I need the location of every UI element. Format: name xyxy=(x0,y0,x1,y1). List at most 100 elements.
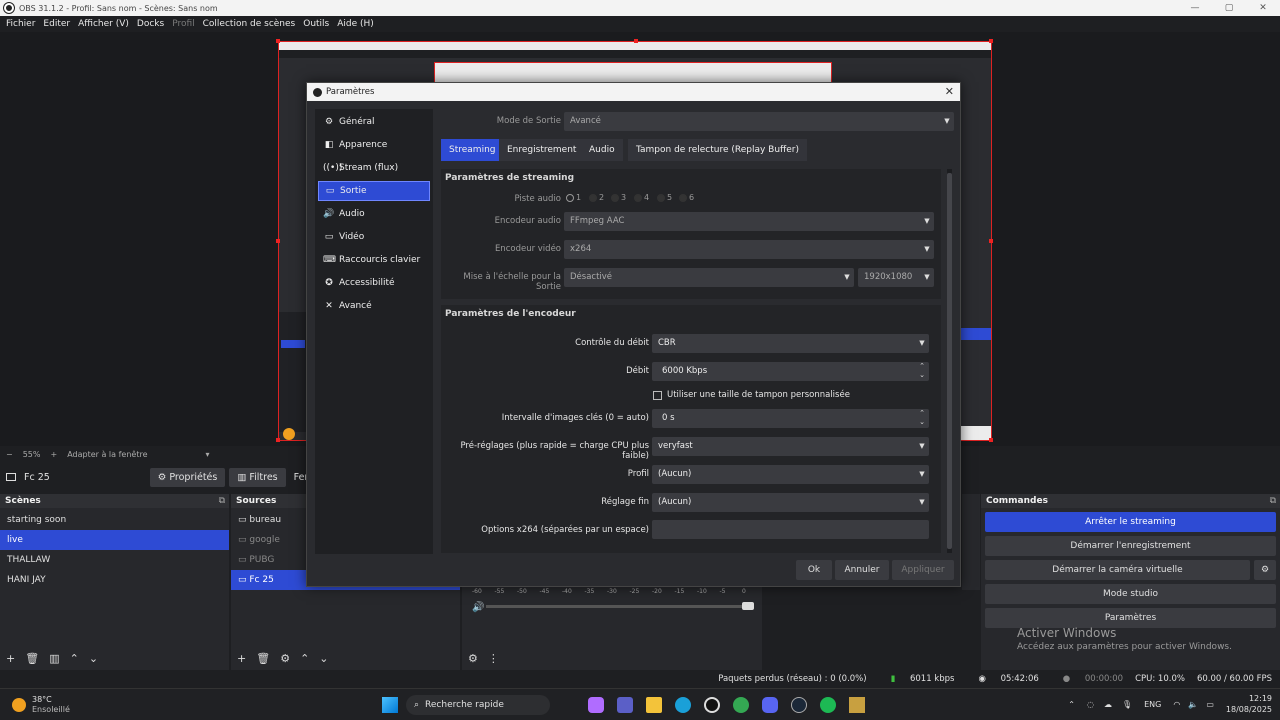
gear-icon[interactable]: ⚙ xyxy=(1254,560,1276,580)
rescale-output-select[interactable]: Désactivé ▼ xyxy=(564,268,854,287)
zoom-in-button[interactable]: + xyxy=(50,450,57,459)
undock-icon[interactable]: ⧉ xyxy=(219,494,225,508)
language-indicator[interactable]: ENG xyxy=(1144,700,1161,709)
output-mode-select[interactable]: Avancé ▼ xyxy=(564,112,954,131)
nav-output[interactable]: ▭ Sortie xyxy=(318,181,430,201)
audio-track-6[interactable]: 6 xyxy=(679,193,694,202)
nav-general[interactable]: ⚙ Général xyxy=(318,112,430,132)
microphone-icon[interactable]: 🎙 xyxy=(1122,700,1132,709)
nav-video[interactable]: ▭ Vidéo xyxy=(318,227,430,247)
audio-encoder-select[interactable]: FFmpeg AAC ▼ xyxy=(564,212,934,231)
tune-select[interactable]: (Aucun) ▼ xyxy=(652,493,929,512)
tab-streaming[interactable]: Streaming xyxy=(441,139,504,161)
tab-replay-buffer[interactable]: Tampon de relecture (Replay Buffer) xyxy=(628,139,807,161)
menu-fichier[interactable]: Fichier xyxy=(6,19,35,29)
video-encoder-select[interactable]: x264 ▼ xyxy=(564,240,934,259)
audio-track-1[interactable]: 1 xyxy=(566,193,581,202)
spin-arrows-icon[interactable]: ⌃ ⌄ xyxy=(915,362,929,381)
menu-aide[interactable]: Aide (H) xyxy=(337,19,374,29)
obs-icon[interactable] xyxy=(704,697,720,713)
audio-track-3[interactable]: 3 xyxy=(611,193,626,202)
zoom-fit-select[interactable]: Adapter à la fenêtre xyxy=(67,450,147,459)
explorer-icon[interactable] xyxy=(646,697,662,713)
start-virtual-camera-button[interactable]: Démarrer la caméra virtuelle xyxy=(985,560,1250,580)
nav-hotkeys[interactable]: ⌨ Raccourcis clavier xyxy=(318,250,430,270)
studio-mode-button[interactable]: Mode studio xyxy=(985,584,1276,604)
spin-arrows-icon[interactable]: ⌃ ⌄ xyxy=(915,409,929,428)
tab-recording[interactable]: Enregistrement xyxy=(499,139,585,161)
move-up-icon[interactable]: ⌃ xyxy=(300,652,309,665)
nav-advanced[interactable]: ✕ Avancé xyxy=(318,296,430,316)
settings-button[interactable]: Paramètres xyxy=(985,608,1276,628)
volume-icon[interactable]: 🔊 xyxy=(472,602,484,613)
copilot-icon[interactable] xyxy=(588,697,604,713)
edge-icon[interactable] xyxy=(675,697,691,713)
nav-accessibility[interactable]: ✪ Accessibilité xyxy=(318,273,430,293)
scene-item[interactable]: starting soon xyxy=(0,510,229,530)
scene-item[interactable]: live xyxy=(0,530,229,550)
nav-stream[interactable]: ((•)) Stream (flux) xyxy=(318,158,430,178)
close-icon[interactable]: ✕ xyxy=(945,83,954,101)
settings-scrollbar-thumb[interactable] xyxy=(947,173,952,549)
move-up-icon[interactable]: ⌃ xyxy=(70,652,79,665)
gear-icon[interactable]: ⚙ xyxy=(280,652,290,665)
checkbox-icon[interactable] xyxy=(653,390,662,400)
audio-track-2[interactable]: 2 xyxy=(589,193,604,202)
move-down-icon[interactable]: ⌄ xyxy=(89,652,98,665)
zoom-out-button[interactable]: − xyxy=(6,450,13,459)
network-icon[interactable]: ◌ xyxy=(1087,700,1094,709)
game-app-icon[interactable] xyxy=(849,697,865,713)
menu-afficher[interactable]: Afficher (V) xyxy=(78,19,129,29)
filters-button[interactable]: ▥ Filtres xyxy=(229,467,286,487)
menu-outils[interactable]: Outils xyxy=(303,19,329,29)
volume-slider[interactable] xyxy=(486,605,750,608)
clock[interactable]: 12:19 18/08/2025 xyxy=(1226,693,1272,715)
chrome-icon[interactable] xyxy=(733,697,749,713)
mixer-settings-icon[interactable]: ⚙ xyxy=(468,652,478,665)
properties-button[interactable]: ⚙ Propriétés xyxy=(149,467,226,487)
chevron-up-icon[interactable]: ⌃ xyxy=(1068,700,1075,709)
minimize-icon[interactable]: — xyxy=(1178,0,1212,16)
start-recording-button[interactable]: Démarrer l'enregistrement xyxy=(985,536,1276,556)
cloud-icon[interactable]: ☁ xyxy=(1104,700,1112,709)
tab-audio[interactable]: Audio xyxy=(581,139,623,161)
close-window-icon[interactable]: ✕ xyxy=(1246,0,1280,16)
chevron-down-icon[interactable]: ▾ xyxy=(205,450,209,459)
audio-track-5[interactable]: 5 xyxy=(657,193,672,202)
maximize-icon[interactable]: ▢ xyxy=(1212,0,1246,16)
steam-icon[interactable] xyxy=(791,697,807,713)
ok-button[interactable]: Ok xyxy=(796,560,832,580)
spotify-icon[interactable] xyxy=(820,697,836,713)
trash-icon[interactable]: 🗑 xyxy=(256,652,270,665)
wifi-icon[interactable]: ◠ xyxy=(1173,700,1180,709)
add-source-button[interactable]: + xyxy=(237,652,246,665)
x264-options-input[interactable] xyxy=(652,520,929,539)
windows-start-icon[interactable] xyxy=(382,697,398,713)
profile-select[interactable]: (Aucun) ▼ xyxy=(652,465,929,484)
apply-button[interactable]: Appliquer xyxy=(892,560,954,580)
undock-icon[interactable]: ⧉ xyxy=(1270,494,1276,508)
preset-select[interactable]: veryfast ▼ xyxy=(652,437,929,456)
bitrate-spinbox[interactable]: 6000 Kbps ⌃ ⌄ xyxy=(652,362,929,381)
custom-buffer-checkbox[interactable]: Utiliser une taille de tampon personnali… xyxy=(653,390,850,400)
add-scene-button[interactable]: + xyxy=(6,652,15,665)
nav-audio[interactable]: 🔊 Audio xyxy=(318,204,430,224)
trash-icon[interactable]: 🗑 xyxy=(25,652,39,665)
volume-slider-handle[interactable] xyxy=(742,602,754,610)
stop-streaming-button[interactable]: Arrêter le streaming xyxy=(985,512,1276,532)
menu-profil[interactable]: Profil xyxy=(172,19,194,29)
discord-icon[interactable] xyxy=(762,697,778,713)
nav-appearance[interactable]: ◧ Apparence xyxy=(318,135,430,155)
menu-docks[interactable]: Docks xyxy=(137,19,164,29)
move-down-icon[interactable]: ⌄ xyxy=(319,652,328,665)
rescale-resolution-select[interactable]: 1920x1080 ▼ xyxy=(858,268,934,287)
rate-control-select[interactable]: CBR ▼ xyxy=(652,334,929,353)
cancel-button[interactable]: Annuler xyxy=(835,560,889,580)
scene-item[interactable]: THALLAW xyxy=(0,550,229,570)
taskbar-search[interactable]: ⌕ Recherche rapide xyxy=(406,695,550,715)
audio-track-4[interactable]: 4 xyxy=(634,193,649,202)
scene-item[interactable]: HANI JAY xyxy=(0,570,229,590)
speaker-icon[interactable]: 🔈 xyxy=(1188,700,1198,709)
battery-icon[interactable]: ▭ xyxy=(1206,700,1214,709)
filter-icon[interactable]: ▥ xyxy=(49,652,59,665)
